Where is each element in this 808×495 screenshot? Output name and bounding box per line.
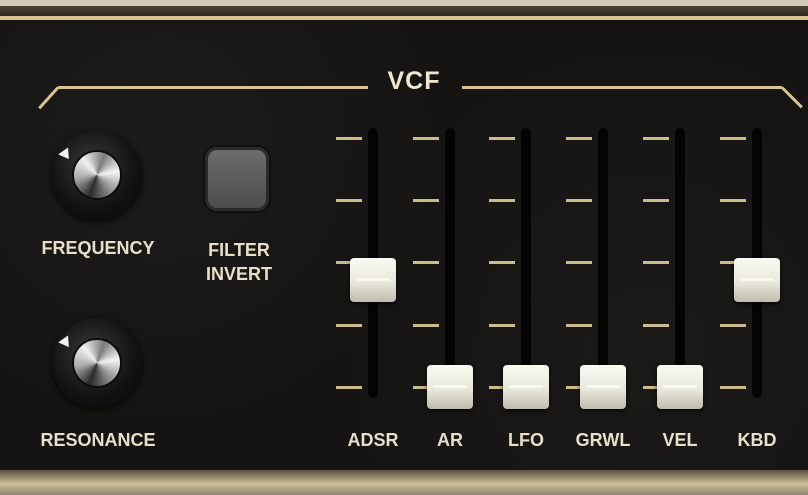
panel-top-strip xyxy=(0,6,808,16)
resonance-knob-pointer-icon xyxy=(58,335,74,351)
slider-tick-adsr-4 xyxy=(336,386,362,389)
slider-tick-kbd-1 xyxy=(720,199,746,202)
slider-thumb-adsr[interactable] xyxy=(350,258,396,302)
slider-thumb-grwl[interactable] xyxy=(580,365,626,409)
slider-tick-lfo-1 xyxy=(489,199,515,202)
vcf-bracket-right-corner xyxy=(780,86,803,109)
slider-label-adsr: ADSR xyxy=(347,430,399,450)
vcf-bracket-right xyxy=(462,86,782,89)
slider-thumb-kbd[interactable] xyxy=(734,258,780,302)
filter-invert-label: FILTER INVERT xyxy=(184,238,294,286)
slider-tick-vel-2 xyxy=(643,261,669,264)
filter-invert-button[interactable] xyxy=(205,147,269,211)
slider-tick-lfo-2 xyxy=(489,261,515,264)
slider-tick-vel-0 xyxy=(643,137,669,140)
slider-label-vel: VEL xyxy=(662,430,698,450)
resonance-knob-cap xyxy=(72,338,122,388)
frequency-knob-cap xyxy=(72,150,122,200)
slider-label-grwl: GRWL xyxy=(575,430,631,450)
slider-tick-grwl-1 xyxy=(566,199,592,202)
slider-label-ar: AR xyxy=(437,430,463,450)
slider-label-kbd: KBD xyxy=(737,430,777,450)
slider-tick-grwl-2 xyxy=(566,261,592,264)
slider-tick-ar-1 xyxy=(413,199,439,202)
slider-track-vel[interactable] xyxy=(675,128,685,398)
slider-tick-ar-0 xyxy=(413,137,439,140)
slider-tick-grwl-3 xyxy=(566,324,592,327)
slider-tick-adsr-3 xyxy=(336,324,362,327)
slider-track-ar[interactable] xyxy=(445,128,455,398)
slider-tick-vel-3 xyxy=(643,324,669,327)
slider-track-grwl[interactable] xyxy=(598,128,608,398)
slider-tick-kbd-4 xyxy=(720,386,746,389)
slider-tick-lfo-3 xyxy=(489,324,515,327)
panel-bottom-edge xyxy=(0,470,808,495)
vcf-bracket-left-corner xyxy=(38,86,60,110)
vcf-bracket-left xyxy=(58,86,368,89)
slider-thumb-vel[interactable] xyxy=(657,365,703,409)
filter-invert-label-line1: FILTER xyxy=(208,240,270,260)
resonance-label: RESONANCE xyxy=(40,430,156,450)
frequency-label: FREQUENCY xyxy=(41,238,155,258)
top-gold-rule xyxy=(0,16,808,20)
slider-thumb-lfo[interactable] xyxy=(503,365,549,409)
slider-tick-kbd-3 xyxy=(720,324,746,327)
slider-tick-grwl-0 xyxy=(566,137,592,140)
synth-panel: VCF FREQUENCY RESONANCE FILTER INVERT AD… xyxy=(0,0,808,495)
slider-tick-ar-2 xyxy=(413,261,439,264)
frequency-knob-pointer-icon xyxy=(58,147,74,163)
slider-tick-kbd-0 xyxy=(720,137,746,140)
slider-tick-adsr-0 xyxy=(336,137,362,140)
slider-tick-lfo-0 xyxy=(489,137,515,140)
filter-invert-label-line2: INVERT xyxy=(205,264,272,284)
frequency-knob[interactable] xyxy=(52,130,142,220)
slider-tick-vel-1 xyxy=(643,199,669,202)
section-title: VCF xyxy=(387,67,441,95)
resonance-knob[interactable] xyxy=(52,318,142,408)
slider-label-lfo: LFO xyxy=(508,430,544,450)
slider-track-lfo[interactable] xyxy=(521,128,531,398)
slider-tick-ar-3 xyxy=(413,324,439,327)
slider-tick-adsr-1 xyxy=(336,199,362,202)
slider-thumb-ar[interactable] xyxy=(427,365,473,409)
